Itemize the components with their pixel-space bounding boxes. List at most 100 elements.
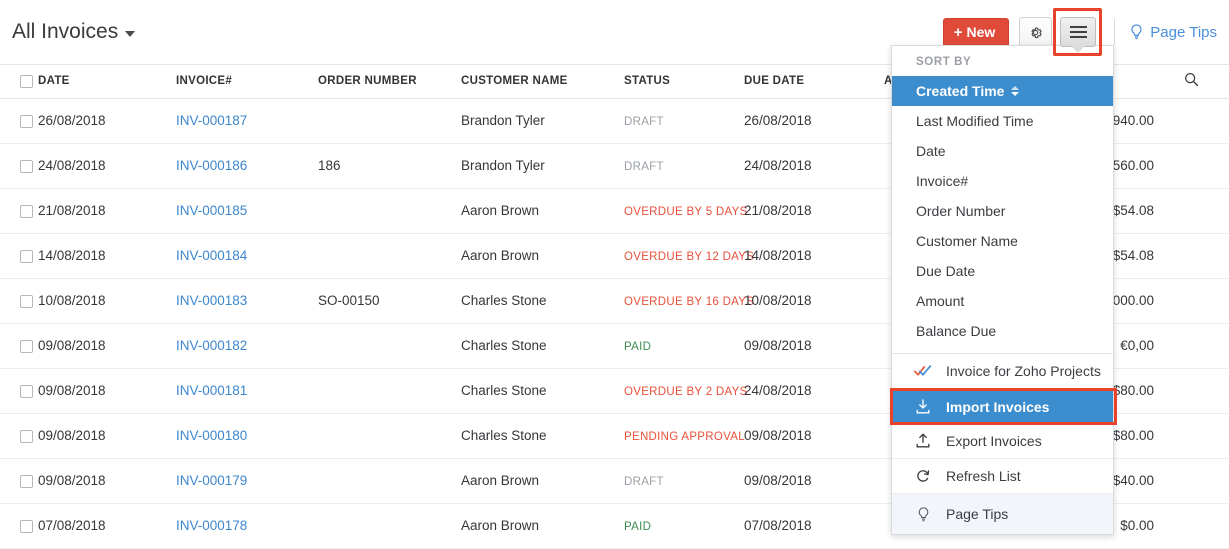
cell-customer-name: Brandon Tyler [461,143,624,189]
cell-due-date: 09/08/2018 [744,413,884,459]
cell-date: 07/08/2018 [38,503,176,549]
invoice-link[interactable]: INV-000182 [176,338,247,353]
cell-customer-name: Charles Stone [461,323,624,369]
hamburger-icon-line [1069,26,1087,28]
cell-status: PENDING APPROVAL [624,413,745,459]
cell-customer-name: Brandon Tyler [461,98,624,144]
row-select-cell [0,233,38,279]
row-select-cell [0,503,38,549]
status-badge: PENDING APPROVAL [624,431,745,443]
cell-status: OVERDUE BY 12 DAYS [624,233,754,279]
row-select-cell [0,188,38,234]
cell-spacer [1184,143,1229,189]
menu-action-refresh-list[interactable]: Refresh List [892,459,1113,494]
sort-option-balance-due[interactable]: Balance Due [892,316,1113,346]
cell-status: PAID [624,323,744,369]
row-checkbox[interactable] [20,384,33,398]
column-header-customer[interactable]: CUSTOMER NAME [461,65,624,99]
menu-action-label: Refresh List [946,468,1021,484]
sort-option-order-number[interactable]: Order Number [892,196,1113,226]
sort-option-last-modified-time[interactable]: Last Modified Time [892,106,1113,136]
invoice-link[interactable]: INV-000183 [176,293,247,308]
invoice-link[interactable]: INV-000178 [176,518,247,533]
toolbar-divider [1114,19,1116,45]
cell-order-number [318,188,461,234]
row-checkbox[interactable] [20,159,33,173]
invoice-link[interactable]: INV-000187 [176,113,247,128]
row-checkbox[interactable] [20,294,33,308]
plus-icon: + [953,23,963,41]
cell-date: 09/08/2018 [38,368,176,414]
column-header-date[interactable]: DATE [38,65,176,99]
sort-option-date[interactable]: Date [892,136,1113,166]
cell-invoice: INV-000183 [176,278,318,324]
sort-option-amount[interactable]: Amount [892,286,1113,316]
search-header [1184,65,1229,99]
settings-button[interactable] [1019,17,1053,47]
sort-option-customer-name[interactable]: Customer Name [892,226,1113,256]
invoice-link[interactable]: INV-000181 [176,383,247,398]
sort-option-invoice[interactable]: Invoice# [892,166,1113,196]
cell-order-number [318,503,461,549]
page-title: All Invoices [12,20,119,43]
cell-order-number [318,323,461,369]
status-badge: DRAFT [624,161,664,173]
row-checkbox[interactable] [20,519,33,533]
cell-due-date: 24/08/2018 [744,143,884,189]
cell-spacer [1184,98,1229,144]
column-header-invoice[interactable]: INVOICE# [176,65,318,99]
cell-date: 24/08/2018 [38,143,176,189]
menu-action-invoice-for-zoho-projects[interactable]: Invoice for Zoho Projects [892,354,1113,389]
sort-option-due-date[interactable]: Due Date [892,256,1113,286]
cell-spacer [1184,233,1229,279]
menu-action-label: Import Invoices [946,398,1050,415]
more-actions-dropdown: SORT BY Created Time Last Modified Time Da… [890,45,1117,535]
select-all-checkbox[interactable] [20,74,33,88]
cell-invoice: INV-000184 [176,233,318,279]
cell-date: 26/08/2018 [38,98,176,144]
more-actions-button[interactable] [1060,17,1097,47]
cell-invoice: INV-000179 [176,458,318,504]
new-invoice-button[interactable]: + New [942,17,1010,47]
row-checkbox[interactable] [20,429,33,443]
cell-due-date: 26/08/2018 [744,98,884,144]
cell-order-number: SO-00150 [318,278,461,324]
status-badge: OVERDUE BY 12 DAYS [624,251,755,263]
column-header-order[interactable]: ORDER NUMBER [318,65,461,99]
invoice-link[interactable]: INV-000184 [176,248,247,263]
row-checkbox[interactable] [20,339,33,353]
invoice-link[interactable]: INV-000180 [176,428,247,443]
search-icon[interactable] [1184,73,1199,90]
menu-action-label: Page Tips [946,506,1009,522]
cell-invoice: INV-000185 [176,188,318,234]
menu-action-import-invoices[interactable]: Import Invoices [892,389,1113,424]
menu-action-page-tips[interactable]: Page Tips [892,494,1113,534]
sort-option-label: Due Date [916,263,976,279]
view-selector[interactable]: All Invoices [12,20,136,44]
row-checkbox[interactable] [20,249,33,263]
invoice-link[interactable]: INV-000185 [176,203,247,218]
cell-spacer [1184,413,1229,459]
cell-spacer [1184,323,1229,369]
new-invoice-label: New [966,24,996,40]
row-checkbox[interactable] [20,114,33,128]
column-header-status[interactable]: STATUS [624,65,744,99]
lightbulb-icon [914,506,932,523]
menu-action-label: Export Invoices [946,433,1042,449]
menu-actions-list: Invoice for Zoho Projects Import Invoices… [890,354,1117,534]
gear-icon [1031,27,1042,38]
sort-direction-icon[interactable] [1011,86,1020,96]
row-checkbox[interactable] [20,204,33,218]
cell-customer-name: Aaron Brown [461,503,624,549]
cell-status: OVERDUE BY 2 DAYS [624,368,747,414]
status-badge: PAID [624,341,652,353]
sort-option-label: Customer Name [916,233,1018,249]
invoice-link[interactable]: INV-000179 [176,473,247,488]
row-checkbox[interactable] [20,474,33,488]
column-header-due-date[interactable]: DUE DATE [744,65,884,99]
menu-action-export-invoices[interactable]: Export Invoices [892,424,1113,459]
invoice-link[interactable]: INV-000186 [176,158,247,173]
sort-option-created-time[interactable]: Created Time [892,76,1113,106]
row-select-cell [0,143,38,189]
page-tips-link[interactable]: Page Tips [1129,23,1217,41]
